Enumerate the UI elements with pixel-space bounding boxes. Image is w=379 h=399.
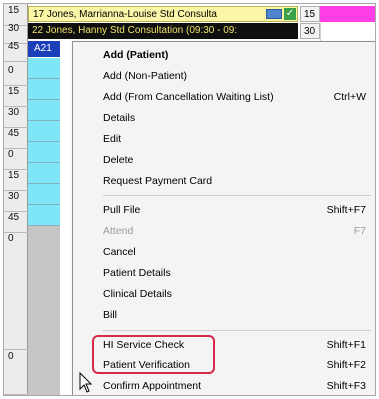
- appointment-status-icon: [266, 9, 282, 19]
- menu-item-label: Edit: [103, 133, 122, 145]
- practitioner-column-header: [320, 6, 375, 22]
- menu-item-label: Patient Details: [103, 267, 171, 279]
- time-label: 30: [4, 190, 28, 212]
- menu-item-shortcut: F7: [353, 225, 366, 237]
- time-column: 15 30 45 0 15 30 45 0 15 30 45 0 0: [4, 4, 28, 395]
- menu-item-pull-file[interactable]: Pull File Shift+F7: [73, 200, 375, 220]
- menu-item-add-from-cancellation[interactable]: Add (From Cancellation Waiting List) Ctr…: [73, 87, 375, 107]
- menu-item-label: Clinical Details: [103, 288, 172, 300]
- time-label: 0: [4, 350, 28, 395]
- menu-item-shortcut: Shift+F3: [326, 380, 366, 392]
- menu-item-delete[interactable]: Delete: [73, 150, 375, 170]
- time-label: 15: [300, 6, 320, 22]
- menu-item-label: Attend: [103, 225, 134, 237]
- menu-item-details[interactable]: Details: [73, 108, 375, 128]
- menu-item-confirm-appointment[interactable]: Confirm Appointment Shift+F3: [73, 376, 375, 395]
- menu-item-bill[interactable]: Bill: [73, 305, 375, 325]
- context-menu: Add (Patient) Add (Non-Patient) Add (Fro…: [72, 41, 375, 395]
- menu-item-shortcut: Shift+F1: [326, 339, 366, 351]
- checkmark-icon: ✓: [284, 8, 296, 20]
- menu-item-cancel[interactable]: Cancel: [73, 242, 375, 262]
- time-label: 45: [4, 127, 28, 149]
- menu-item-shortcut: Shift+F7: [326, 204, 366, 216]
- schedule-slot[interactable]: [28, 100, 60, 121]
- menu-item-add-patient[interactable]: Add (Patient): [73, 45, 375, 65]
- menu-item-shortcut: Ctrl+W: [333, 91, 366, 103]
- time-label: 15: [4, 85, 28, 107]
- mouse-pointer-icon: [79, 372, 93, 393]
- menu-item-patient-details[interactable]: Patient Details: [73, 263, 375, 283]
- appointment-slot-code[interactable]: A21: [28, 41, 60, 57]
- menu-item-clinical-details[interactable]: Clinical Details: [73, 284, 375, 304]
- menu-item-label: Pull File: [103, 204, 141, 216]
- menu-item-request-payment-card[interactable]: Request Payment Card: [73, 171, 375, 191]
- menu-item-shortcut: Shift+F2: [326, 359, 366, 371]
- menu-separator: [103, 195, 371, 196]
- time-label: 15: [4, 169, 28, 191]
- menu-item-label: Bill: [103, 309, 118, 321]
- schedule-slot[interactable]: [28, 121, 60, 142]
- menu-item-label: Add (Patient): [103, 49, 169, 61]
- menu-item-label: Delete: [103, 154, 134, 166]
- schedule-slot[interactable]: [28, 163, 60, 184]
- schedule-slot[interactable]: [28, 205, 60, 226]
- menu-item-label: Patient Verification: [103, 359, 190, 371]
- menu-item-label: Cancel: [103, 246, 136, 258]
- schedule-slot[interactable]: [28, 142, 60, 163]
- menu-item-add-non-patient[interactable]: Add (Non-Patient): [73, 66, 375, 86]
- menu-item-label: HI Service Check: [103, 339, 185, 351]
- time-label: 30: [4, 106, 28, 128]
- time-label: 45: [4, 211, 28, 233]
- menu-item-label: Confirm Appointment: [103, 380, 202, 392]
- schedule-slot-unavailable[interactable]: [28, 226, 60, 395]
- schedule-slot[interactable]: [28, 58, 60, 79]
- appointment-row[interactable]: 17 Jones, Marrianna-Louise Std Consulta: [28, 6, 298, 22]
- schedule-slots[interactable]: [28, 4, 60, 395]
- menu-item-label: Request Payment Card: [103, 175, 213, 187]
- time-label: 30: [300, 23, 320, 39]
- time-label: 0: [4, 64, 28, 86]
- appointment-book: 15 30 45 0 15 30 45 0 15 30 45 0 0 17 Jo…: [3, 3, 376, 396]
- menu-item-edit[interactable]: Edit: [73, 129, 375, 149]
- time-label: 45: [4, 40, 28, 62]
- menu-item-label: Add (Non-Patient): [103, 70, 188, 82]
- menu-separator: [103, 330, 371, 331]
- schedule-slot[interactable]: [28, 79, 60, 100]
- menu-item-label: Add (From Cancellation Waiting List): [103, 91, 274, 103]
- time-label: 0: [4, 148, 28, 170]
- appointment-row-selected[interactable]: 22 Jones, Hanny Std Consultation (09:30 …: [28, 23, 298, 39]
- schedule-slot[interactable]: [28, 184, 60, 205]
- menu-item-patient-verification[interactable]: Patient Verification Shift+F2: [73, 355, 375, 375]
- menu-item-label: Details: [103, 112, 136, 124]
- time-label: 0: [4, 232, 28, 350]
- menu-item-hi-service-check[interactable]: HI Service Check Shift+F1: [73, 335, 375, 355]
- menu-item-attend: Attend F7: [73, 221, 375, 241]
